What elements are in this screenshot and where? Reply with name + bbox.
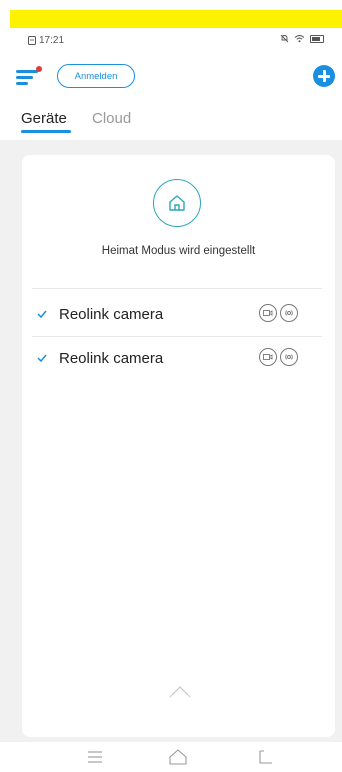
motion-status-icon[interactable]: [280, 348, 298, 366]
status-icons: [280, 34, 324, 43]
wifi-icon: [294, 35, 305, 43]
redaction-bar: [10, 10, 342, 28]
mode-button[interactable]: [153, 179, 201, 227]
motion-status-icon[interactable]: [280, 304, 298, 322]
devices-card: Heimat Modus wird eingestellt Reolink ca…: [22, 155, 335, 737]
camera-status-icon[interactable]: [259, 348, 277, 366]
check-icon: [37, 310, 47, 319]
device-row[interactable]: Reolink camera: [22, 340, 335, 380]
status-bar: 17:21: [0, 30, 342, 52]
login-button[interactable]: Anmelden: [57, 64, 135, 88]
battery-icon: [310, 34, 324, 43]
back-nav-icon[interactable]: [255, 748, 277, 766]
mute-icon: [280, 34, 289, 43]
status-time: 17:21: [39, 35, 65, 46]
check-icon: [37, 354, 47, 363]
tab-devices[interactable]: Geräte: [21, 110, 67, 127]
menu-icon[interactable]: [16, 66, 42, 85]
mode-status-text: Heimat Modus wird eingestellt: [101, 245, 256, 257]
camera-status-icon[interactable]: [259, 304, 277, 322]
notification-dot: [36, 66, 42, 72]
add-icon[interactable]: [313, 65, 335, 87]
photo-notification-icon: [28, 36, 36, 45]
device-name: Reolink camera: [59, 306, 164, 323]
chevron-up-icon[interactable]: [169, 685, 191, 699]
menu-nav-icon[interactable]: [84, 748, 106, 766]
top-bar: Anmelden: [0, 60, 342, 92]
divider: [32, 288, 322, 289]
divider: [32, 336, 322, 337]
home-icon: [169, 195, 185, 211]
device-name: Reolink camera: [59, 350, 164, 367]
device-row[interactable]: Reolink camera: [22, 296, 335, 336]
active-tab-indicator: [21, 130, 71, 133]
tab-cloud[interactable]: Cloud: [92, 110, 131, 127]
tab-bar: Geräte Cloud: [0, 106, 342, 136]
home-nav-icon[interactable]: [167, 748, 189, 766]
system-nav-bar: [0, 742, 342, 772]
status-time-group: 17:21: [28, 35, 64, 46]
